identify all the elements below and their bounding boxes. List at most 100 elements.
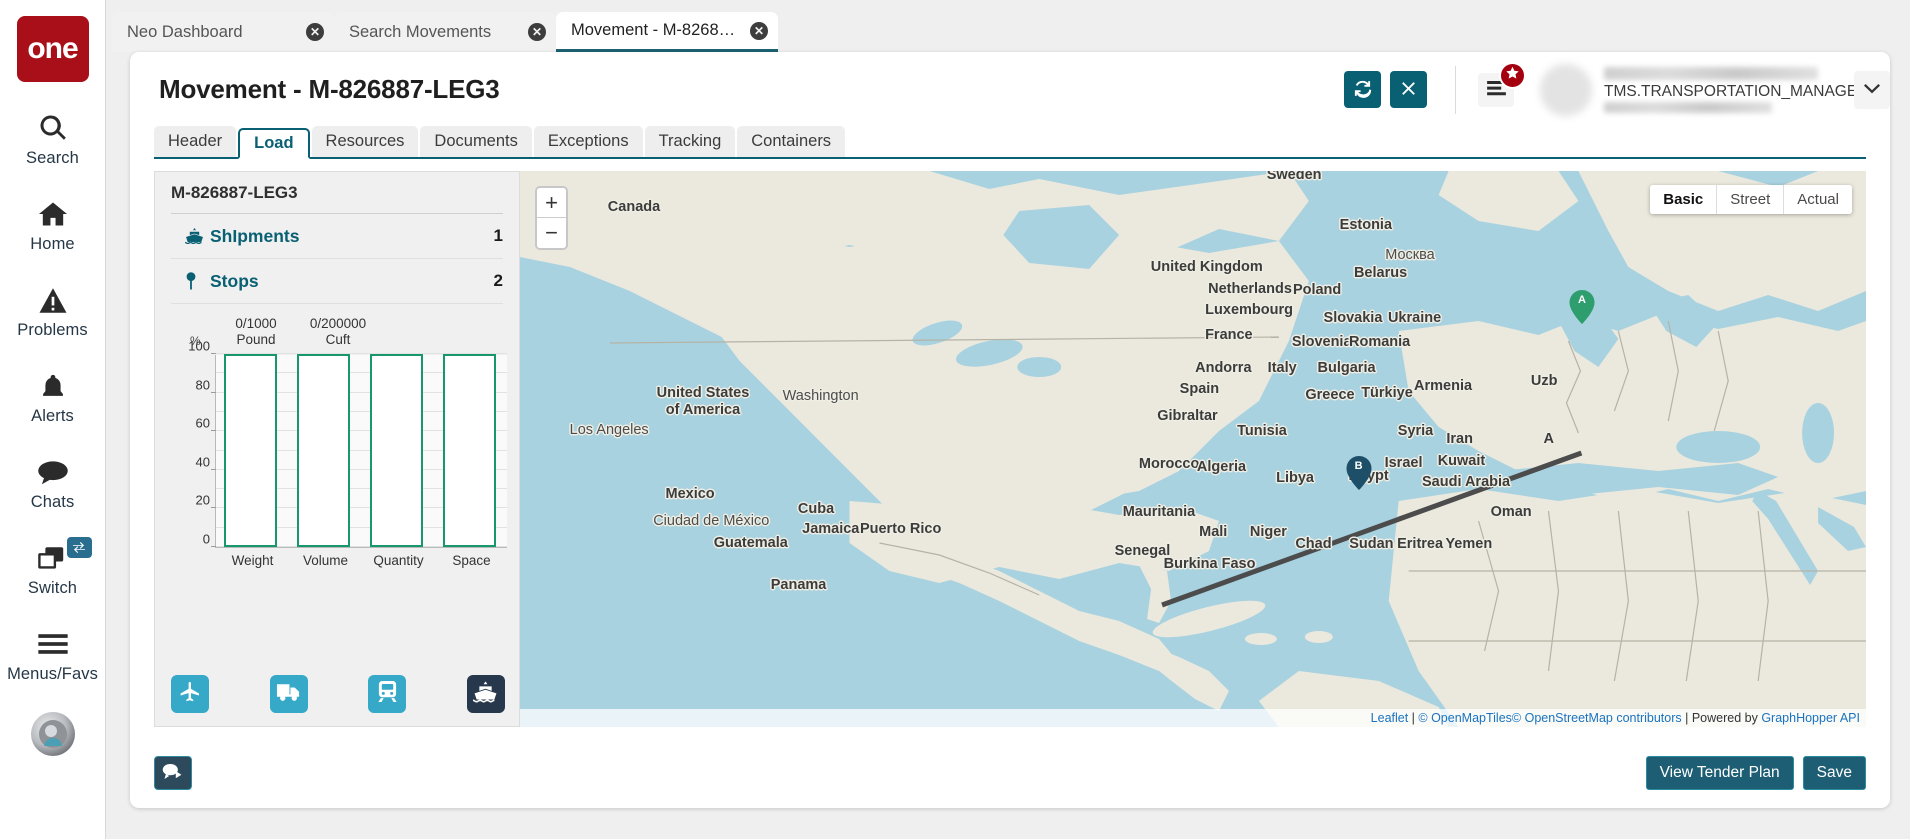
tab-label: Header: [168, 132, 223, 150]
tab-documents[interactable]: Documents: [420, 126, 532, 157]
browser-tab-close-icon[interactable]: ✕: [528, 23, 546, 41]
browser-tab-search-movements[interactable]: Search Movements ✕: [334, 12, 556, 52]
rail-item-menus-favs[interactable]: Menus/Favs: [0, 625, 106, 684]
tab-resources[interactable]: Resources: [311, 126, 419, 157]
map-attribution: Leaflet | © OpenMapTiles© OpenStreetMap …: [520, 709, 1866, 727]
chart-category-label: Quantity: [373, 553, 424, 568]
refresh-icon: [1353, 79, 1372, 101]
map-layer-basic[interactable]: Basic: [1650, 185, 1718, 214]
chart-annotation-weight: 0/1000 Pound: [215, 316, 297, 348]
bell-icon: [39, 367, 67, 405]
summary-row-stops[interactable]: Stops 2: [171, 259, 503, 304]
airplane-icon: [178, 680, 202, 709]
browser-tab-label: Movement - M-826887-LEG3: [571, 21, 742, 39]
map-marker-b[interactable]: B: [1346, 456, 1372, 495]
chart-ytick-label: 0: [202, 531, 210, 547]
browser-tab-movement-active[interactable]: Movement - M-826887-LEG3 ✕: [556, 12, 778, 52]
user-org-redacted: [1604, 101, 1772, 113]
mode-button-ocean[interactable]: [466, 675, 505, 713]
page-card: Movement - M-826887-LEG3 TMS.TRANSPORTAT…: [130, 52, 1890, 808]
map-zoom-out-button[interactable]: −: [537, 218, 566, 248]
user-text: TMS.TRANSPORTATION_MANAGER: [1604, 66, 1869, 113]
page-footer: View Tender Plan Save: [130, 738, 1890, 808]
map-zoom-control: + −: [535, 186, 568, 250]
chart-ytick-label: 40: [195, 454, 210, 470]
chat-button[interactable]: [154, 756, 192, 790]
chart-annotations: 0/1000 Pound 0/200000 Cuft: [215, 316, 515, 348]
chart-ytick-label: 100: [188, 338, 210, 354]
home-icon: [37, 195, 69, 233]
openmaptiles-link[interactable]: © OpenMapTiles: [1418, 711, 1512, 725]
rail-item-alerts[interactable]: Alerts: [0, 367, 106, 426]
graphhopper-link[interactable]: GraphHopper API: [1761, 711, 1860, 725]
chart-ytick-label: 20: [195, 492, 210, 508]
rail-label: Menus/Favs: [7, 665, 98, 683]
route-map[interactable]: Add Shipments + − Basic Street Actual B …: [520, 171, 1866, 727]
tab-exceptions[interactable]: Exceptions: [533, 126, 643, 157]
openstreetmap-link[interactable]: © OpenStreetMap contributors: [1512, 711, 1682, 725]
chevron-down-icon: [1864, 82, 1880, 97]
rail-label: Chats: [30, 493, 75, 511]
rail-item-search[interactable]: Search: [0, 109, 106, 168]
chart-ytick-mark: [211, 546, 216, 547]
map-marker-a[interactable]: A: [1569, 290, 1595, 329]
load-summary-panel: M-826887-LEG3 ShIpments 1 Stops 2 % 0/10…: [154, 171, 520, 727]
search-icon: [38, 109, 68, 147]
header-menu-button[interactable]: [1478, 61, 1526, 107]
refresh-button[interactable]: [1344, 71, 1381, 108]
close-button[interactable]: [1390, 71, 1427, 108]
tab-label: Containers: [751, 132, 832, 150]
tab-header[interactable]: Header: [154, 126, 237, 157]
switch-toggle-badge[interactable]: [66, 537, 92, 558]
tab-label: Exceptions: [547, 132, 629, 150]
rail-item-problems[interactable]: Problems: [0, 281, 106, 340]
rail-label: Alerts: [31, 407, 74, 425]
brand-logo-text: one: [27, 32, 78, 65]
summary-row-count: 1: [493, 226, 503, 245]
view-tender-plan-button[interactable]: View Tender Plan: [1645, 756, 1794, 790]
attrib-powered: Powered by: [1691, 711, 1762, 725]
chart-bar-weight: [224, 354, 277, 547]
tab-containers[interactable]: Containers: [737, 126, 846, 157]
mode-button-rail[interactable]: [368, 675, 407, 713]
user-role: TMS.TRANSPORTATION_MANAGER: [1604, 82, 1869, 100]
browser-tab-close-icon[interactable]: ✕: [306, 23, 324, 41]
brand-logo[interactable]: one: [16, 16, 89, 82]
chart-category-label: Space: [452, 553, 491, 568]
tab-tracking[interactable]: Tracking: [644, 126, 736, 157]
rail-item-home[interactable]: Home: [0, 195, 106, 254]
mode-button-truck[interactable]: [269, 675, 308, 713]
chart-ytick-label: 60: [195, 415, 210, 431]
summary-row-count: 2: [493, 271, 503, 290]
rail-label: Home: [30, 235, 75, 253]
chart-bar-volume: [297, 354, 350, 547]
map-layer-actual[interactable]: Actual: [1784, 185, 1852, 214]
close-x-icon: [1401, 81, 1416, 99]
ship-icon: [185, 228, 210, 244]
user-block[interactable]: TMS.TRANSPORTATION_MANAGER: [1540, 63, 1890, 116]
header-actions: TMS.TRANSPORTATION_MANAGER: [1335, 52, 1890, 127]
map-pin-icon: [185, 272, 210, 290]
user-menu-toggle[interactable]: [1854, 70, 1890, 109]
rail-user-avatar[interactable]: [30, 712, 75, 756]
map-layer-street[interactable]: Street: [1717, 185, 1785, 214]
favorites-badge[interactable]: [1499, 61, 1526, 89]
summary-row-shipments[interactable]: ShIpments 1: [171, 214, 503, 259]
mode-button-air[interactable]: [171, 675, 209, 713]
browser-tab-label: Search Movements: [349, 22, 492, 41]
leaflet-link[interactable]: Leaflet: [1371, 711, 1409, 725]
chart-ytick-mark: [211, 430, 216, 432]
browser-tab-close-icon[interactable]: ✕: [750, 21, 768, 40]
chart-bar-quantity: [370, 354, 423, 547]
rail-item-switch[interactable]: Switch: [0, 537, 106, 598]
rail-item-chats[interactable]: Chats: [0, 453, 106, 512]
windows-switch-icon: [37, 539, 68, 577]
browser-tab-neo-dashboard[interactable]: Neo Dashboard ✕: [112, 12, 334, 52]
save-button[interactable]: Save: [1802, 756, 1866, 790]
map-zoom-in-button[interactable]: +: [537, 188, 566, 218]
avatar-glyph-icon: [38, 720, 67, 748]
tab-load[interactable]: Load: [238, 128, 310, 159]
chat-bubble-icon: [37, 453, 69, 491]
section-tabs: Header Load Resources Documents Exceptio…: [154, 126, 1866, 159]
movement-id-label: M-826887-LEG3: [171, 183, 503, 214]
